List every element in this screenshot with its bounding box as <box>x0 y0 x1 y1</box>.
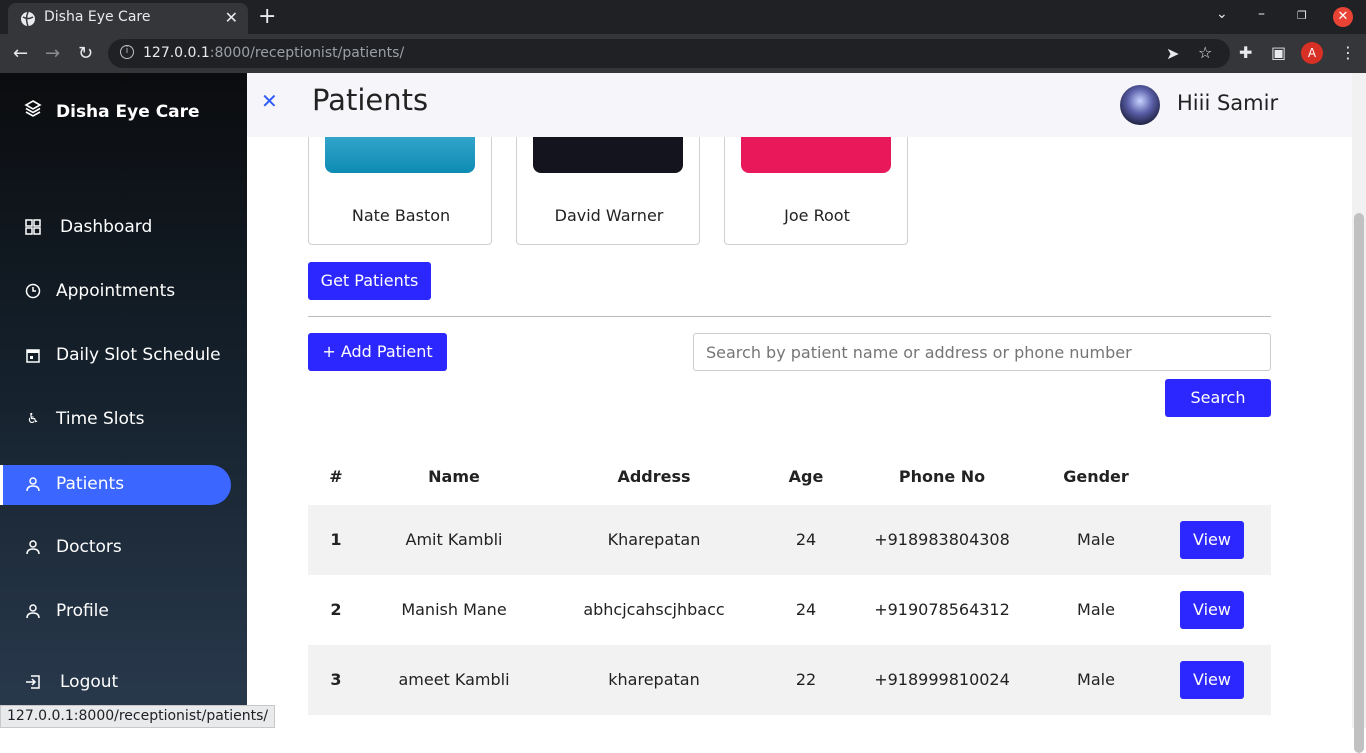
patient-phone: +918983804308 <box>874 530 1010 549</box>
logout-icon <box>25 674 41 690</box>
view-button[interactable]: View <box>1180 661 1244 699</box>
sidebar-item-doctors[interactable]: Doctors <box>0 528 231 568</box>
patient-gender: Male <box>1077 670 1115 689</box>
scrollbar-thumb[interactable] <box>1354 213 1364 753</box>
patient-gender: Male <box>1077 600 1115 619</box>
user-icon <box>25 603 41 619</box>
sidebar-item-time-slots[interactable]: ♿ Time Slots <box>0 400 231 440</box>
search-input[interactable] <box>693 333 1271 371</box>
table-row: 1 Amit Kambli Kharepatan 24 +91898380430… <box>308 505 1271 575</box>
user-greeting: Hiii Samir <box>1177 91 1279 115</box>
divider <box>308 316 1271 317</box>
doctor-name: David Warner <box>554 206 664 225</box>
add-patient-button[interactable]: + Add Patient <box>308 333 447 371</box>
sidebar-item-label: Patients <box>56 474 125 494</box>
sidebar-item-profile[interactable]: Profile <box>0 592 231 632</box>
sidebar-item-label: Daily Slot Schedule <box>56 345 221 365</box>
sidebar-item-label: Dashboard <box>60 217 153 237</box>
sidebar-item-appointments[interactable]: Appointments <box>0 272 231 312</box>
column-header: # <box>329 467 343 486</box>
profile-avatar[interactable]: A <box>1301 42 1323 64</box>
patient-address: kharepatan <box>608 670 700 689</box>
sidebar: Disha Eye Care Dashboard Appointments Da… <box>0 73 247 728</box>
sidebar-item-label: Time Slots <box>56 409 145 429</box>
patient-address: Kharepatan <box>607 530 701 549</box>
reload-icon[interactable]: ↻ <box>78 43 93 64</box>
sidebar-item-label: Doctors <box>56 537 122 557</box>
get-patients-button[interactable]: Get Patients <box>308 262 431 300</box>
calendar-icon <box>25 347 41 363</box>
globe-icon <box>21 11 35 27</box>
column-header: Address <box>617 467 691 486</box>
column-header: Gender <box>1063 467 1129 486</box>
url-text: 127.0.0.1:8000/receptionist/patients/ <box>143 45 405 61</box>
address-bar[interactable]: i 127.0.0.1:8000/receptionist/patients/ … <box>108 39 1230 68</box>
status-bar-url: 127.0.0.1:8000/receptionist/patients/ <box>0 705 276 728</box>
view-button[interactable]: View <box>1180 591 1244 629</box>
user-icon <box>25 476 41 492</box>
doctor-name: Joe Root <box>784 206 850 225</box>
patient-gender: Male <box>1077 530 1115 549</box>
user-avatar[interactable] <box>1120 85 1160 125</box>
brand-name: Disha Eye Care <box>56 102 200 122</box>
extensions-icon[interactable]: ✚ <box>1239 43 1252 62</box>
patient-age: 22 <box>795 670 817 689</box>
user-icon <box>25 539 41 555</box>
window-close-icon[interactable]: ✕ <box>1333 7 1353 27</box>
row-number: 2 <box>330 600 342 619</box>
page-header: ✕ Patients Hiii Samir <box>247 73 1352 137</box>
tab-close-icon[interactable]: ✕ <box>225 8 238 27</box>
doctor-name: Nate Baston <box>351 206 451 225</box>
search-button[interactable]: Search <box>1165 379 1271 417</box>
view-button[interactable]: View <box>1180 521 1244 559</box>
sidebar-item-label: Appointments <box>56 281 176 301</box>
column-header: Phone No <box>898 467 986 486</box>
column-header: Name <box>428 467 480 486</box>
accessibility-icon: ♿ <box>26 411 40 427</box>
browser-tab-strip: Disha Eye Care ✕ + ⌄ – ❐ ✕ <box>0 0 1366 34</box>
sidebar-item-daily-slot-schedule[interactable]: Daily Slot Schedule <box>0 336 231 376</box>
new-tab-icon[interactable]: + <box>258 4 276 29</box>
browser-tab[interactable]: Disha Eye Care ✕ <box>8 3 248 34</box>
back-icon[interactable]: ← <box>13 43 28 64</box>
sidebar-item-label: Profile <box>56 601 109 621</box>
patient-phone: +919078564312 <box>874 600 1010 619</box>
column-header: Age <box>788 467 824 486</box>
maximize-icon[interactable]: ❐ <box>1297 9 1307 22</box>
sidebar-item-logout[interactable]: Logout <box>0 663 231 703</box>
patient-name: ameet Kambli <box>398 670 510 689</box>
patient-name: Amit Kambli <box>405 530 503 549</box>
minimize-icon[interactable]: – <box>1258 6 1265 22</box>
patient-phone: +918999810024 <box>874 670 1010 689</box>
sidebar-item-dashboard[interactable]: Dashboard <box>0 208 231 248</box>
forward-icon[interactable]: → <box>45 43 60 64</box>
close-sidebar-icon[interactable]: ✕ <box>261 89 278 113</box>
table-row: 3 ameet Kambli kharepatan 22 +9189998100… <box>308 645 1271 715</box>
row-number: 3 <box>330 670 342 689</box>
send-icon[interactable]: ➤ <box>1166 44 1179 63</box>
table-row: 2 Manish Mane abhcjcahscjhbacc 24 +91907… <box>308 575 1271 645</box>
side-panel-icon[interactable]: ▣ <box>1271 43 1286 62</box>
sidebar-item-patients[interactable]: Patients <box>0 465 231 505</box>
patient-address: abhcjcahscjhbacc <box>583 600 725 619</box>
grid-icon <box>25 219 41 235</box>
layers-icon <box>24 99 42 122</box>
sidebar-item-label: Logout <box>60 672 119 692</box>
main-content: ✕ Patients Hiii Samir Nate Baston David … <box>247 73 1352 728</box>
brand[interactable]: Disha Eye Care <box>24 99 200 122</box>
patient-age: 24 <box>795 600 817 619</box>
clock-icon <box>25 283 41 299</box>
bookmark-star-icon[interactable]: ☆ <box>1198 43 1212 62</box>
tab-title: Disha Eye Care <box>44 9 151 25</box>
site-info-icon[interactable]: i <box>120 45 134 59</box>
row-number: 1 <box>330 530 342 549</box>
patient-age: 24 <box>795 530 817 549</box>
menu-dots-icon[interactable]: ⋮ <box>1340 43 1356 62</box>
patient-name: Manish Mane <box>401 600 507 619</box>
page-title: Patients <box>312 83 429 117</box>
page-scrollbar[interactable] <box>1352 73 1366 753</box>
tab-search-icon[interactable]: ⌄ <box>1216 6 1228 22</box>
browser-toolbar: ← → ↻ i 127.0.0.1:8000/receptionist/pati… <box>0 34 1366 73</box>
